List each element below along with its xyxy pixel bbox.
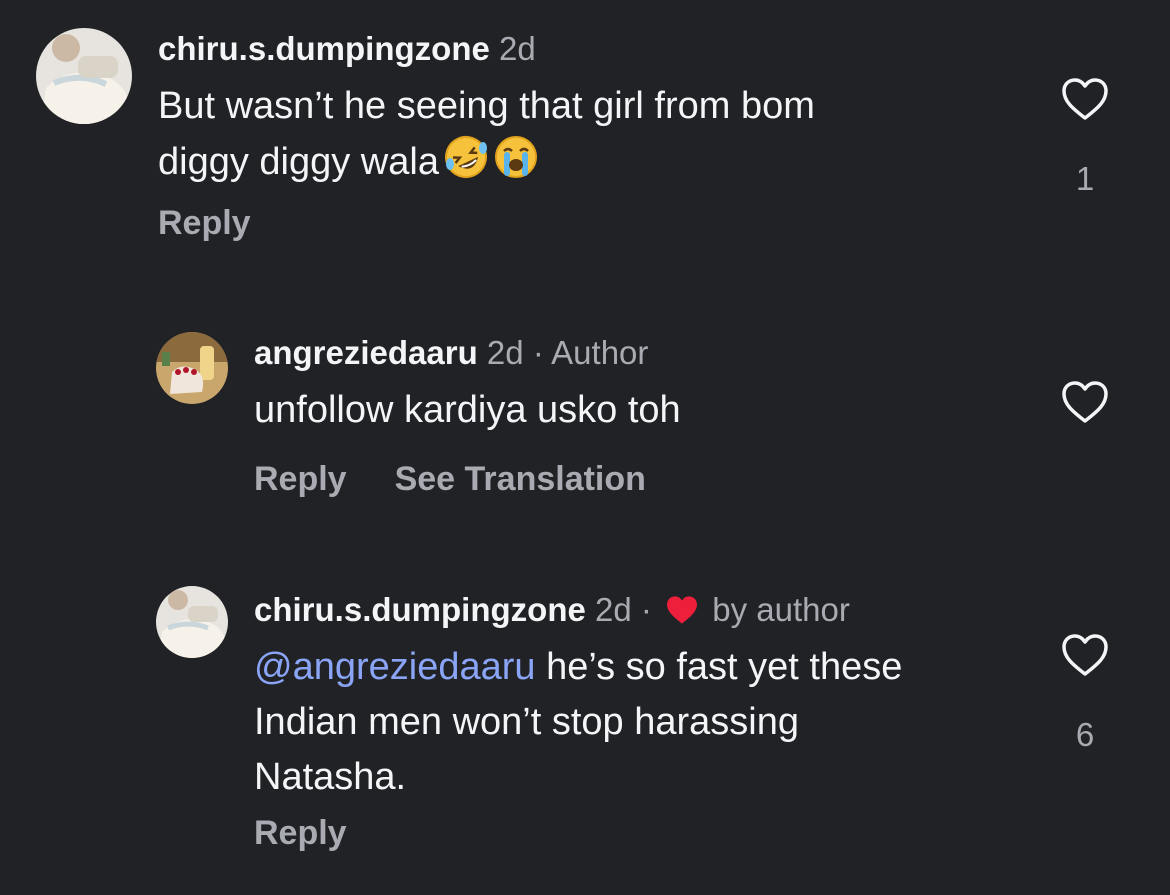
- comment-text: But wasn’t he seeing that girl from bom …: [158, 79, 1018, 196]
- like-button[interactable]: 1: [1058, 76, 1112, 198]
- username[interactable]: angreziedaaru: [254, 334, 478, 371]
- avatar[interactable]: [36, 28, 132, 124]
- timestamp: 2d: [486, 334, 524, 371]
- rolling-on-floor-laughing-emoji: [443, 134, 489, 196]
- loudly-crying-emoji: [493, 134, 539, 196]
- like-button[interactable]: 6: [1058, 632, 1112, 754]
- timestamp: 2d: [595, 591, 632, 628]
- separator-dot: ·: [532, 334, 544, 371]
- avatar[interactable]: [156, 332, 228, 404]
- liked-by-author-label: by author: [712, 591, 850, 628]
- see-translation-button[interactable]: See Translation: [395, 460, 646, 498]
- heart-outline-icon[interactable]: [1060, 632, 1110, 678]
- timestamp: 2d: [499, 30, 536, 67]
- mention-link[interactable]: @angreziedaaru: [254, 646, 536, 688]
- heart-outline-icon[interactable]: [1060, 76, 1110, 122]
- filled-heart-icon: [665, 594, 699, 634]
- comment-text: @angreziedaaru he’s so fast yet these In…: [254, 646, 903, 798]
- heart-outline-icon[interactable]: [1060, 379, 1110, 425]
- like-count: 1: [1075, 160, 1095, 197]
- like-count: 6: [1075, 716, 1095, 753]
- avatar[interactable]: [156, 586, 228, 658]
- reply-button[interactable]: Reply: [254, 460, 347, 498]
- reply-button[interactable]: Reply: [158, 204, 251, 242]
- separator-dot: ·: [640, 591, 652, 628]
- author-badge: Author: [551, 334, 649, 371]
- comment-text: unfollow kardiya usko toh: [254, 389, 681, 431]
- username[interactable]: chiru.s.dumpingzone: [254, 591, 586, 628]
- reply-button[interactable]: Reply: [254, 814, 347, 852]
- like-button[interactable]: [1058, 379, 1112, 425]
- username[interactable]: chiru.s.dumpingzone: [158, 30, 490, 67]
